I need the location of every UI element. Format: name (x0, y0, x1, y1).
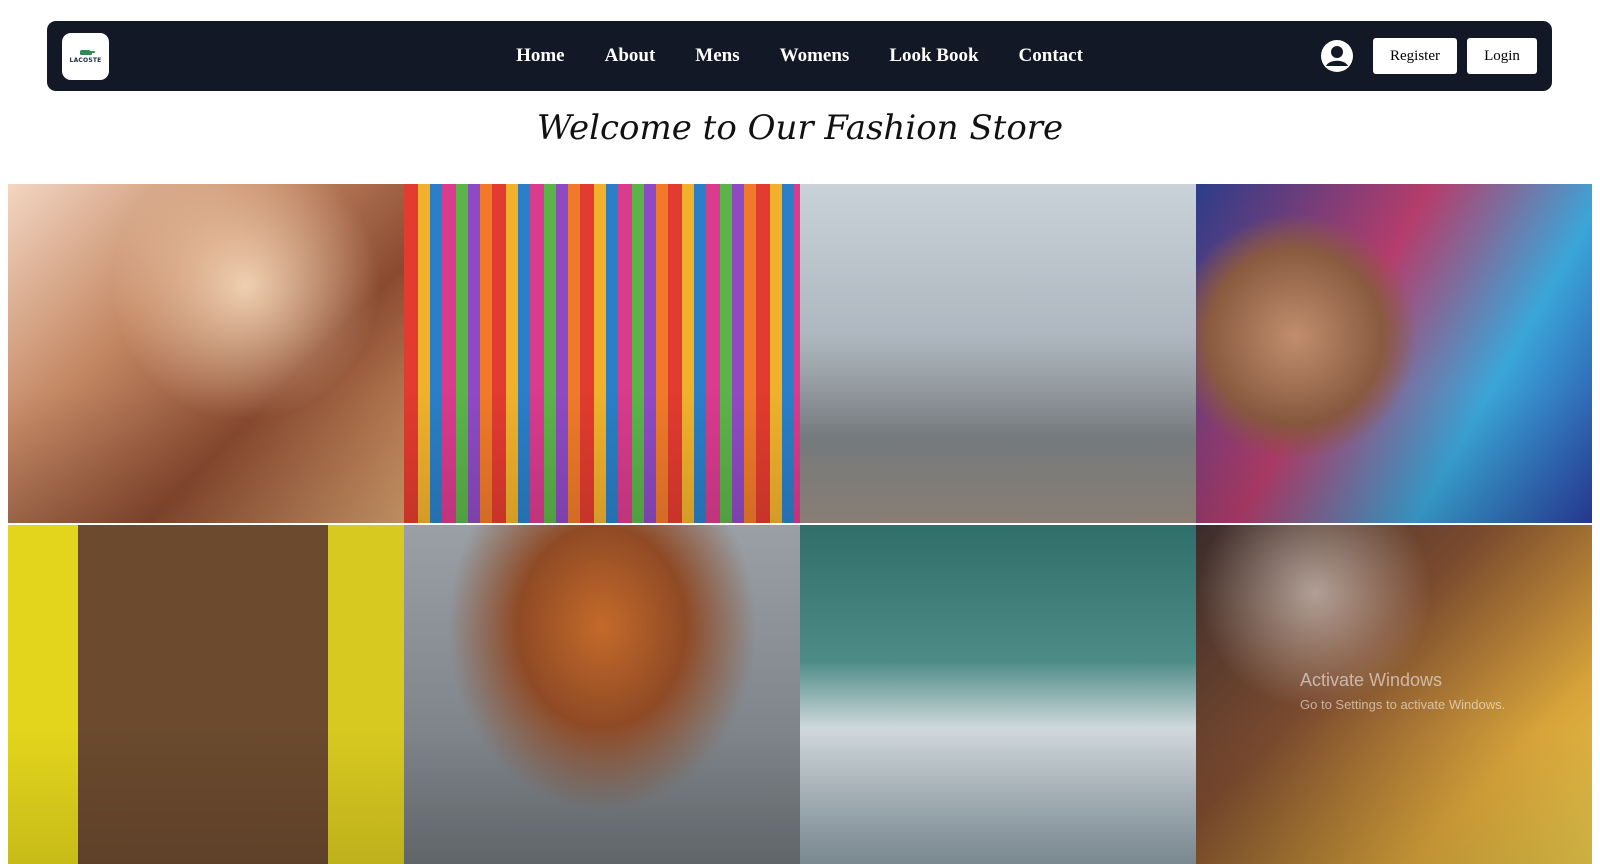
nav-link-about[interactable]: About (605, 45, 656, 67)
nav-link-mens[interactable]: Mens (695, 45, 739, 67)
main-navbar: LACOSTE Home About Mens Womens Look Book… (47, 21, 1552, 91)
watermark-line-1: Activate Windows (1300, 670, 1443, 690)
nav-link-womens[interactable]: Womens (780, 45, 850, 67)
watermark-line-2: Go to Settings to activate Windows. (1300, 697, 1506, 712)
woman-graffiti-wall-photo (1196, 184, 1592, 523)
couple-dancing-rooftop-photo (800, 184, 1196, 523)
nav-link-home[interactable]: Home (516, 45, 565, 67)
women-blowing-confetti-photo (8, 184, 404, 523)
hair-flip-couple-photo (404, 525, 800, 864)
login-button[interactable]: Login (1467, 38, 1537, 74)
image-gallery (8, 184, 1592, 864)
windows-activation-watermark: Activate Windows Go to Settings to activ… (1300, 670, 1505, 712)
nav-actions: Register Login (1320, 38, 1537, 74)
woman-walking-colorful-stripes-photo (404, 184, 800, 523)
brand-logo[interactable]: LACOSTE (62, 33, 109, 80)
nav-link-look-book[interactable]: Look Book (889, 45, 978, 67)
smiling-man-apron-photo (8, 525, 404, 864)
woman-denim-jacket-walking-photo (800, 525, 1196, 864)
page-title: Welcome to Our Fashion Store (536, 108, 1064, 148)
crocodile-logo-icon (79, 49, 95, 55)
logo-text: LACOSTE (69, 56, 102, 64)
nav-link-contact[interactable]: Contact (1019, 45, 1083, 67)
register-button[interactable]: Register (1373, 38, 1457, 74)
user-circle-icon[interactable] (1320, 39, 1354, 73)
